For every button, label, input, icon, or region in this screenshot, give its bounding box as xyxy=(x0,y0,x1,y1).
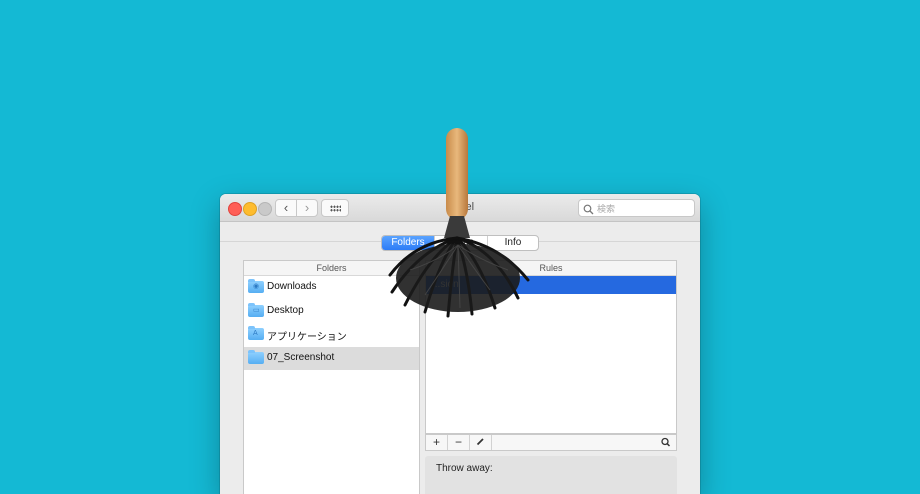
throw-away-box: Throw away: xyxy=(425,456,677,494)
folder-item-07-screenshot[interactable]: 07_Screenshot xyxy=(244,346,419,370)
folder-icon xyxy=(248,349,264,364)
search-placeholder: 検索 xyxy=(597,204,616,214)
add-rule-button[interactable]: + xyxy=(426,435,448,450)
search-icon xyxy=(656,437,676,454)
back-button[interactable]: ‹ xyxy=(275,199,297,217)
throw-away-label: Throw away: xyxy=(436,463,493,474)
remove-rule-button[interactable]: − xyxy=(448,435,470,450)
search-rules-button[interactable] xyxy=(656,435,676,450)
search-field[interactable]: 検索 xyxy=(578,199,695,217)
desktop-folder-icon: ▭ xyxy=(248,302,264,317)
folder-label: Downloads xyxy=(267,281,317,292)
close-button[interactable] xyxy=(228,202,242,216)
folder-item-applications[interactable]: A アプリケーション xyxy=(244,323,419,347)
feather-duster-icon xyxy=(388,128,530,318)
edit-rule-button[interactable] xyxy=(470,435,492,450)
chevron-left-icon: ‹ xyxy=(283,200,289,215)
search-icon xyxy=(583,202,594,215)
applications-folder-icon: A xyxy=(248,326,264,340)
show-all-button[interactable] xyxy=(321,199,349,217)
rules-toolbar: + − xyxy=(425,434,677,451)
folder-label: 07_Screenshot xyxy=(267,351,335,363)
forward-button[interactable]: › xyxy=(296,199,318,217)
minimize-button[interactable] xyxy=(243,202,257,216)
grid-icon xyxy=(329,205,341,212)
chevron-right-icon: › xyxy=(304,200,310,215)
zoom-button[interactable] xyxy=(258,202,272,216)
folder-label: アプリケーション xyxy=(267,332,347,343)
folder-label: Desktop xyxy=(267,304,304,316)
downloads-folder-icon: ◉ xyxy=(248,279,264,293)
pencil-icon xyxy=(476,435,485,449)
